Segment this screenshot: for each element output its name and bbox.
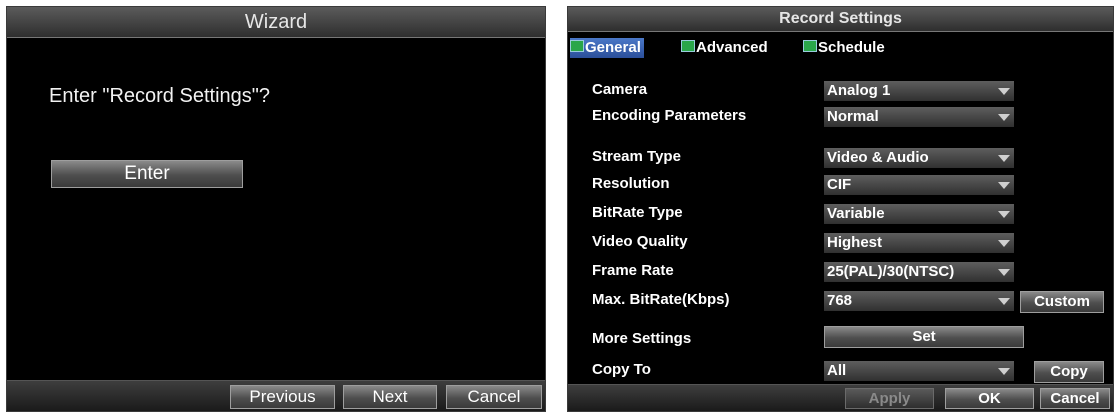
set-button[interactable]: Set xyxy=(824,326,1024,348)
encoding-parameters-select[interactable]: Normal xyxy=(824,107,1014,127)
stream-type-select[interactable]: Video & Audio xyxy=(824,148,1014,168)
frame-rate-select[interactable]: 25(PAL)/30(NTSC) xyxy=(824,262,1014,282)
tab-icon xyxy=(803,40,817,52)
tab-schedule[interactable]: Schedule xyxy=(803,38,885,58)
resolution-select[interactable]: CIF xyxy=(824,175,1014,195)
enter-button[interactable]: Enter xyxy=(51,160,243,188)
video-quality-value: Highest xyxy=(827,234,883,251)
dropdown-arrow-icon xyxy=(998,182,1010,189)
encoding-parameters-label: Encoding Parameters xyxy=(592,107,747,124)
wizard-title: Wizard xyxy=(7,7,545,38)
resolution-label: Resolution xyxy=(592,175,670,192)
camera-label: Camera xyxy=(592,81,648,98)
dropdown-arrow-icon xyxy=(998,88,1010,95)
encoding-parameters-value: Normal xyxy=(827,108,879,125)
wizard-bottom-bar: Previous Next Cancel xyxy=(7,380,545,411)
copy-to-label: Copy To xyxy=(592,361,651,378)
max-bitrate-value: 768 xyxy=(827,292,853,309)
dropdown-arrow-icon xyxy=(998,368,1010,375)
copy-to-value: All xyxy=(827,362,847,379)
max-bitrate-select[interactable]: 768 xyxy=(824,291,1014,311)
resolution-value: CIF xyxy=(827,176,852,193)
bitrate-type-label: BitRate Type xyxy=(592,204,683,221)
stream-type-value: Video & Audio xyxy=(827,149,929,166)
tab-general-label: General xyxy=(585,39,641,56)
video-quality-select[interactable]: Highest xyxy=(824,233,1014,253)
copy-to-select[interactable]: All xyxy=(824,361,1014,381)
camera-select[interactable]: Analog 1 xyxy=(824,81,1014,101)
custom-button[interactable]: Custom xyxy=(1020,291,1104,313)
dropdown-arrow-icon xyxy=(998,240,1010,247)
wizard-dialog: Wizard Enter "Record Settings"? Enter Pr… xyxy=(6,6,546,412)
bitrate-type-select[interactable]: Variable xyxy=(824,204,1014,224)
camera-value: Analog 1 xyxy=(827,82,891,99)
tab-schedule-label: Schedule xyxy=(818,39,885,56)
tab-bar: General Advanced Schedule xyxy=(568,32,1113,62)
more-settings-label: More Settings xyxy=(592,330,692,347)
ok-button[interactable]: OK xyxy=(945,388,1034,409)
dropdown-arrow-icon xyxy=(998,155,1010,162)
record-bottom-bar: Apply OK Cancel xyxy=(568,384,1113,411)
dropdown-arrow-icon xyxy=(998,211,1010,218)
record-settings-title: Record Settings xyxy=(568,7,1113,32)
max-bitrate-label: Max. BitRate(Kbps) xyxy=(592,291,730,308)
previous-button[interactable]: Previous xyxy=(230,385,335,409)
dropdown-arrow-icon xyxy=(998,298,1010,305)
copy-button[interactable]: Copy xyxy=(1034,361,1104,383)
next-button[interactable]: Next xyxy=(343,385,437,409)
wizard-question: Enter "Record Settings"? xyxy=(49,85,270,107)
tab-icon xyxy=(570,40,584,52)
dropdown-arrow-icon xyxy=(998,269,1010,276)
apply-button[interactable]: Apply xyxy=(845,388,934,409)
frame-rate-value: 25(PAL)/30(NTSC) xyxy=(827,263,955,280)
dropdown-arrow-icon xyxy=(998,114,1010,121)
frame-rate-label: Frame Rate xyxy=(592,262,674,279)
tab-advanced[interactable]: Advanced xyxy=(681,38,768,58)
stream-type-label: Stream Type xyxy=(592,148,681,165)
cancel-button[interactable]: Cancel xyxy=(446,385,542,409)
tab-advanced-label: Advanced xyxy=(696,39,768,56)
tab-general[interactable]: General xyxy=(570,38,644,58)
tab-icon xyxy=(681,40,695,52)
record-cancel-button[interactable]: Cancel xyxy=(1040,388,1110,409)
bitrate-type-value: Variable xyxy=(827,205,885,222)
video-quality-label: Video Quality xyxy=(592,233,688,250)
record-settings-dialog: Record Settings General Advanced Schedul… xyxy=(567,6,1114,412)
